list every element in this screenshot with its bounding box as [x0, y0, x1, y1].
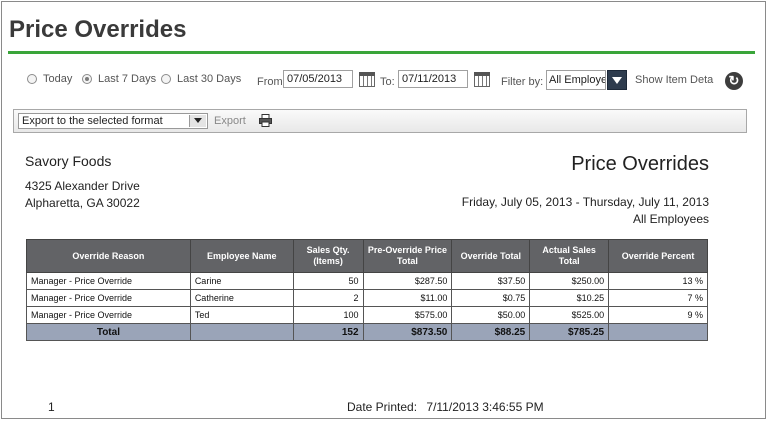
printer-icon[interactable]	[259, 114, 272, 127]
sales-qty-cell: 50	[292, 272, 364, 290]
column-header: Sales Qty. (Items)	[292, 239, 364, 273]
column-header: Employee Name	[189, 239, 294, 273]
today-label[interactable]: Today	[43, 73, 72, 85]
show-item-details-label[interactable]: Show Item Deta	[635, 74, 713, 86]
from-calendar-icon[interactable]	[359, 72, 375, 87]
address-line-2: Alpharetta, GA 30022	[25, 196, 140, 210]
employee-name-cell: Carine	[189, 272, 294, 290]
actual-sales-total-cell: $10.25	[529, 289, 610, 307]
column-header: Pre-Override Price Total	[362, 239, 453, 273]
report-employee-filter: All Employees	[632, 212, 709, 226]
last-7-days-label[interactable]: Last 7 Days	[98, 73, 156, 85]
override-percent-cell: 9 %	[608, 306, 708, 324]
report-window	[1, 1, 766, 419]
title-divider	[8, 51, 755, 54]
employee-name-cell: Catherine	[189, 289, 294, 307]
actual-sales-total-cell: $525.00	[529, 306, 610, 324]
export-button[interactable]: Export	[214, 115, 246, 127]
address-line-1: 4325 Alexander Drive	[25, 179, 140, 193]
dropdown-arrow-icon[interactable]	[189, 115, 206, 127]
column-header: Override Total	[451, 239, 531, 273]
from-label: From:	[257, 76, 286, 88]
table-row: Manager - Price Override Carine 50 $287.…	[26, 272, 708, 290]
to-calendar-icon[interactable]	[474, 72, 490, 87]
export-toolbar: Export to the selected format Export	[13, 109, 747, 133]
column-header: Actual Sales Total	[529, 239, 610, 273]
overrides-table: Override Reason Employee Name Sales Qty.…	[26, 239, 708, 341]
sales-qty-cell: 100	[292, 306, 364, 324]
total-label-cell: Total	[26, 323, 191, 341]
sales-qty-cell: 2	[292, 289, 364, 307]
override-reason-cell: Manager - Price Override	[26, 272, 191, 290]
override-percent-cell: 7 %	[608, 289, 708, 307]
total-empty-cell	[189, 323, 294, 341]
export-format-select[interactable]: Export to the selected format	[18, 113, 208, 129]
table-row: Manager - Price Override Catherine 2 $11…	[26, 289, 708, 307]
total-percent-cell	[608, 323, 708, 341]
today-radio[interactable]	[27, 74, 37, 84]
pre-override-total-cell: $11.00	[362, 289, 453, 307]
company-name: Savory Foods	[25, 153, 112, 169]
override-total-cell: $50.00	[451, 306, 531, 324]
date-printed: Date Printed: 7/11/2013 3:46:55 PM	[347, 400, 544, 414]
override-reason-cell: Manager - Price Override	[26, 289, 191, 307]
report-date-range: Friday, July 05, 2013 - Thursday, July 1…	[461, 195, 709, 209]
total-actual-sales-cell: $785.25	[529, 323, 610, 341]
to-label: To:	[380, 76, 395, 88]
column-header: Override Reason	[26, 239, 191, 273]
last-30-days-label[interactable]: Last 30 Days	[177, 73, 241, 85]
page-number: 1	[48, 400, 55, 414]
total-override-cell: $88.25	[451, 323, 531, 341]
actual-sales-total-cell: $250.00	[529, 272, 610, 290]
override-total-cell: $0.75	[451, 289, 531, 307]
override-total-cell: $37.50	[451, 272, 531, 290]
total-row: Total 152 $873.50 $88.25 $785.25	[26, 323, 708, 341]
to-date-input[interactable]: 07/11/2013	[398, 70, 468, 88]
filter-bar: Today Last 7 Days Last 30 Days From: 07/…	[0, 68, 769, 94]
override-percent-cell: 13 %	[608, 272, 708, 290]
refresh-icon[interactable]: ↻	[725, 72, 743, 90]
employee-name-cell: Ted	[189, 306, 294, 324]
pre-override-total-cell: $575.00	[362, 306, 453, 324]
page-title: Price Overrides	[9, 16, 187, 43]
override-reason-cell: Manager - Price Override	[26, 306, 191, 324]
last-7-days-radio[interactable]	[82, 74, 92, 84]
total-pre-override-cell: $873.50	[362, 323, 453, 341]
table-row: Manager - Price Override Ted 100 $575.00…	[26, 306, 708, 324]
filter-by-label: Filter by:	[501, 76, 544, 88]
chevron-down-icon[interactable]	[607, 70, 627, 90]
date-printed-label: Date Printed:	[347, 400, 418, 414]
last-30-days-radio[interactable]	[161, 74, 171, 84]
employee-filter-select[interactable]: All Employe	[546, 70, 606, 90]
pre-override-total-cell: $287.50	[362, 272, 453, 290]
column-header: Override Percent	[608, 239, 708, 273]
table-header-row: Override Reason Employee Name Sales Qty.…	[26, 239, 708, 273]
date-printed-value: 7/11/2013 3:46:55 PM	[426, 400, 544, 414]
total-sales-qty-cell: 152	[292, 323, 364, 341]
from-date-input[interactable]: 07/05/2013	[283, 70, 353, 88]
report-title: Price Overrides	[571, 153, 709, 175]
export-format-label: Export to the selected format	[22, 115, 163, 127]
